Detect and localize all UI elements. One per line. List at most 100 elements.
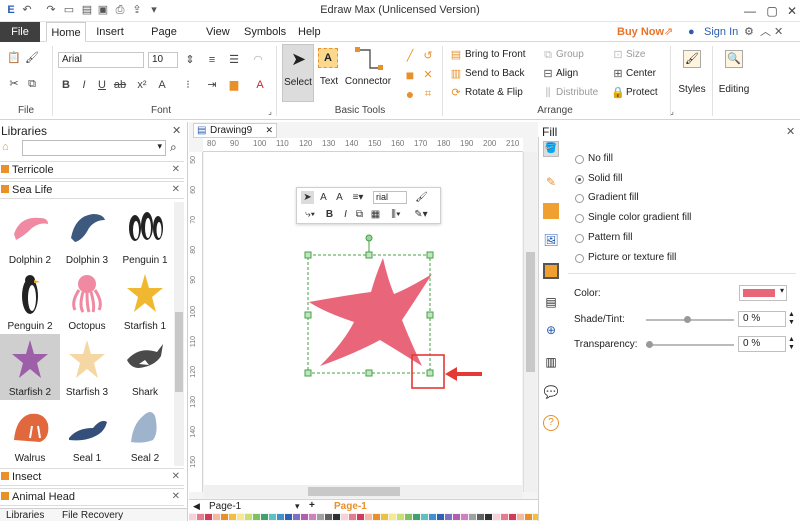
active-page-tab[interactable]: Page-1	[334, 501, 367, 512]
resize-handle-n[interactable]	[365, 251, 373, 259]
library-home-icon[interactable]: ⌂	[2, 141, 9, 153]
category-close-icon[interactable]: ✕	[172, 469, 180, 485]
palette-swatch[interactable]	[429, 514, 436, 520]
cut-icon[interactable]: ✂	[6, 76, 22, 92]
palette-swatch[interactable]	[437, 514, 444, 520]
palette-swatch[interactable]	[245, 514, 252, 520]
pattern-fill-label[interactable]: Pattern fill	[588, 232, 632, 243]
italic-icon[interactable]: I	[76, 77, 92, 93]
rectangle-tool-icon[interactable]: ■	[402, 67, 418, 83]
styles-button[interactable]: 🖌 Styles	[676, 46, 708, 104]
shape-dolphin-2[interactable]: Dolphin 2	[0, 202, 60, 268]
shape-starfish-1[interactable]: Starfish 1	[115, 268, 175, 334]
palette-swatch[interactable]	[221, 514, 228, 520]
gradient-fill-radio[interactable]	[575, 194, 584, 203]
copy-icon[interactable]: ⧉	[24, 76, 40, 92]
shape-shark[interactable]: Shark	[115, 334, 175, 400]
shape-starfish-2[interactable]: Starfish 2	[0, 334, 60, 400]
palette-swatch[interactable]	[277, 514, 284, 520]
page-tab-page-1[interactable]: Page-1	[209, 501, 241, 512]
tab-view[interactable]: View	[206, 22, 230, 42]
line-spacing-icon[interactable]: ☰	[226, 52, 242, 68]
clipboard-icon[interactable]: 📋	[6, 50, 22, 66]
highlight-color-icon[interactable]: ▆	[226, 77, 242, 93]
mini-font-select[interactable]: rial	[373, 191, 407, 204]
palette-swatch[interactable]	[325, 514, 332, 520]
canvas-horizontal-scrollbar[interactable]	[204, 485, 522, 498]
bold-icon[interactable]: B	[58, 77, 74, 93]
superscript-icon[interactable]: x²	[134, 77, 150, 93]
share-icon[interactable]: ⇗	[664, 22, 673, 42]
mini-group-icon[interactable]: ⧉	[353, 208, 366, 221]
shape-penguin-1[interactable]: Penguin 1	[115, 202, 175, 268]
mini-connector-icon[interactable]: ⤷▾	[301, 208, 319, 221]
category-close-icon[interactable]: ✕	[172, 182, 180, 198]
bullets-icon[interactable]: ⁝	[180, 77, 196, 93]
grow-font-icon[interactable]: A	[154, 77, 170, 93]
shape-walrus[interactable]: Walrus	[0, 400, 60, 466]
tab-insert[interactable]: Insert	[95, 22, 125, 42]
single-color-gradient-radio[interactable]	[575, 214, 584, 223]
fill-panel-icon[interactable]: 🪣	[543, 141, 559, 157]
transparency-slider-knob[interactable]	[646, 341, 653, 348]
close-button[interactable]: ✕	[782, 2, 800, 20]
resize-handle-sw[interactable]	[304, 369, 312, 377]
palette-swatch[interactable]	[469, 514, 476, 520]
palette-swatch[interactable]	[453, 514, 460, 520]
palette-swatch[interactable]	[525, 514, 532, 520]
shade-tint-input[interactable]: 0 %	[738, 311, 786, 327]
maximize-button[interactable]: ▢	[762, 2, 782, 20]
mini-italic-icon[interactable]: I	[339, 208, 352, 221]
palette-swatch[interactable]	[461, 514, 468, 520]
transparency-input[interactable]: 0 %	[738, 336, 786, 352]
palette-swatch[interactable]	[405, 514, 412, 520]
help-icon[interactable]: ?	[543, 415, 559, 431]
font-color-icon[interactable]: A	[252, 77, 268, 93]
shape-octopus[interactable]: Octopus	[57, 268, 117, 334]
palette-swatch[interactable]	[421, 514, 428, 520]
text-align-icon[interactable]: ≡	[204, 52, 220, 68]
settings-gear-icon[interactable]: ⚙	[744, 22, 754, 42]
buy-now-link[interactable]: Buy Now	[617, 22, 664, 42]
line-panel-icon[interactable]: ✎	[543, 175, 559, 191]
text-tool-button[interactable]: A Text	[316, 44, 342, 102]
hyperlink-panel-icon[interactable]: ⊕	[543, 323, 559, 339]
palette-swatch[interactable]	[381, 514, 388, 520]
palette-swatch[interactable]	[517, 514, 524, 520]
page-dropdown-icon[interactable]: ▾	[295, 501, 300, 512]
crop-tool-icon[interactable]: ⌗	[420, 86, 436, 102]
no-fill-radio[interactable]	[575, 155, 584, 164]
align-button[interactable]: Align	[556, 67, 578, 81]
vertical-scroll-thumb[interactable]	[526, 252, 535, 372]
tab-file-recovery[interactable]: File Recovery	[62, 510, 123, 521]
underline-icon[interactable]: U	[94, 77, 110, 93]
mini-distribute-icon[interactable]: ⫼▾	[387, 208, 405, 221]
comment-panel-icon[interactable]: 💬	[543, 385, 559, 401]
palette-swatch[interactable]	[317, 514, 324, 520]
solid-fill-radio[interactable]	[575, 175, 584, 184]
center-button[interactable]: Center	[626, 67, 656, 81]
app-close-icon[interactable]: ✕	[774, 22, 783, 42]
curve-icon[interactable]: ◠	[250, 52, 266, 68]
transparency-spin-arrows-icon[interactable]: ▲ ▼	[788, 336, 795, 352]
palette-swatch[interactable]	[309, 514, 316, 520]
arc-tool-icon[interactable]: ↺	[420, 48, 436, 64]
add-page-icon[interactable]: +	[309, 500, 315, 511]
page-properties-icon[interactable]: ▥	[543, 355, 559, 371]
single-color-gradient-label[interactable]: Single color gradient fill	[588, 212, 691, 223]
palette-swatch[interactable]	[501, 514, 508, 520]
canvas-vertical-scrollbar[interactable]	[523, 152, 537, 492]
distribute-button[interactable]: Distribute	[556, 86, 598, 100]
palette-swatch[interactable]	[229, 514, 236, 520]
rotate-flip-button[interactable]: Rotate & Flip	[465, 86, 523, 100]
tab-help[interactable]: Help	[298, 22, 321, 42]
document-tab-close-icon[interactable]: ✕	[265, 124, 273, 137]
palette-swatch[interactable]	[261, 514, 268, 520]
palette-swatch[interactable]	[253, 514, 260, 520]
rotation-handle[interactable]	[365, 234, 373, 242]
palette-swatch[interactable]	[493, 514, 500, 520]
resize-handle-w[interactable]	[304, 311, 312, 319]
palette-swatch[interactable]	[341, 514, 348, 520]
shape-penguin-2[interactable]: Penguin 2	[0, 268, 60, 334]
line-tool-icon[interactable]: ╱	[402, 48, 418, 64]
